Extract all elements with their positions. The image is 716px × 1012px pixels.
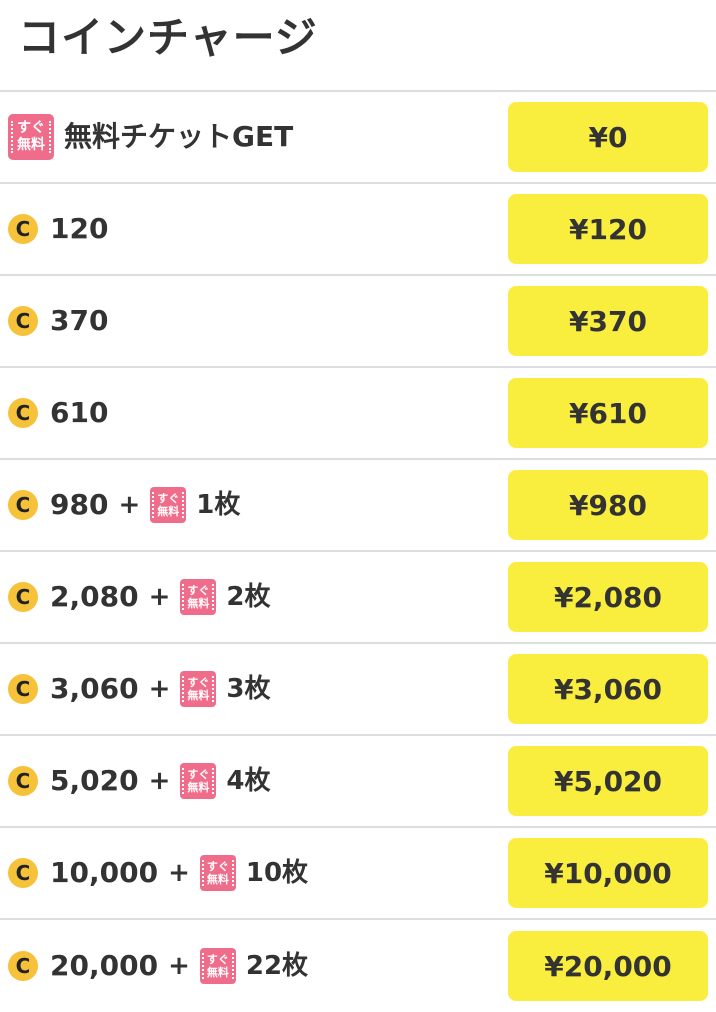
buy-button-2080[interactable]: ¥2,080 [508, 562, 708, 632]
ticket-count: 2枚 [226, 582, 271, 612]
plus-sign: + [118, 490, 141, 520]
package-info: C 2,080 + すぐ 無料 2枚 [8, 552, 270, 642]
coin-amount: 610 [50, 396, 109, 429]
ticket-label-line2: 無料 [187, 781, 210, 794]
coin-letter: C [15, 216, 31, 241]
package-row-2080: C 2,080 + すぐ 無料 2枚 ¥2,080 [0, 552, 716, 644]
coin-charge-page: コインチャージ すぐ 無料 無料チケットGET ¥0 C 120 ¥120 C [0, 0, 716, 1008]
free-ticket-icon: すぐ 無料 [150, 487, 187, 523]
coin-letter: C [15, 676, 31, 701]
coin-amount: 980 [50, 488, 109, 521]
free-ticket-icon: すぐ 無料 [180, 671, 217, 707]
package-info: C 120 [8, 184, 108, 274]
free-ticket-icon: すぐ 無料 [180, 579, 217, 615]
package-row-3060: C 3,060 + すぐ 無料 3枚 ¥3,060 [0, 644, 716, 736]
package-row-5020: C 5,020 + すぐ 無料 4枚 ¥5,020 [0, 736, 716, 828]
buy-button-20000[interactable]: ¥20,000 [508, 931, 708, 1001]
coin-icon: C [8, 858, 38, 888]
ticket-count: 4枚 [226, 766, 271, 796]
buy-button-370[interactable]: ¥370 [508, 286, 708, 356]
package-row-610: C 610 ¥610 [0, 368, 716, 460]
coin-letter: C [15, 953, 31, 978]
plus-sign: + [168, 858, 190, 888]
coin-package-list: すぐ 無料 無料チケットGET ¥0 C 120 ¥120 C 370 ¥370 [0, 92, 716, 1012]
coin-amount: 120 [50, 212, 109, 245]
ticket-count: 22枚 [245, 951, 309, 981]
coin-amount: 2,080 [50, 580, 139, 613]
ticket-label-line1: すぐ [157, 492, 180, 505]
package-info: C 980 + すぐ 無料 1枚 [8, 460, 240, 550]
plus-sign: + [148, 766, 171, 796]
coin-letter: C [15, 584, 31, 609]
coin-icon: C [8, 214, 38, 244]
coin-icon: C [8, 490, 38, 520]
ticket-label-line1: すぐ [206, 953, 229, 966]
ticket-count: 10枚 [245, 858, 309, 888]
coin-letter: C [15, 400, 31, 425]
ticket-label-line2: 無料 [187, 689, 210, 702]
package-row-370: C 370 ¥370 [0, 276, 716, 368]
coin-amount: 20,000 [50, 949, 159, 982]
package-info: C 370 [8, 276, 108, 366]
ticket-label-line1: すぐ [187, 676, 210, 689]
ticket-label-line1: すぐ [17, 120, 45, 136]
plus-sign: + [148, 582, 171, 612]
buy-button-10000[interactable]: ¥10,000 [508, 838, 708, 908]
free-ticket-icon: すぐ 無料 [8, 114, 54, 160]
package-row-120: C 120 ¥120 [0, 184, 716, 276]
plus-sign: + [168, 951, 190, 981]
buy-button-610[interactable]: ¥610 [508, 378, 708, 448]
buy-button-3060[interactable]: ¥3,060 [508, 654, 708, 724]
free-ticket-icon: すぐ 無料 [199, 855, 236, 891]
coin-amount: 10,000 [50, 856, 159, 889]
buy-button-120[interactable]: ¥120 [508, 194, 708, 264]
buy-button-980[interactable]: ¥980 [508, 470, 708, 540]
ticket-label-line2: 無料 [206, 966, 229, 979]
plus-sign: + [148, 674, 171, 704]
coin-amount: 3,060 [50, 672, 139, 705]
free-ticket-label: 無料チケットGET [64, 120, 294, 153]
ticket-label-line2: 無料 [206, 873, 229, 886]
package-info: C 610 [8, 368, 108, 458]
package-row-free: すぐ 無料 無料チケットGET ¥0 [0, 92, 716, 184]
page-title: コインチャージ [18, 13, 318, 62]
coin-icon: C [8, 306, 38, 336]
coin-icon: C [8, 766, 38, 796]
ticket-label-line2: 無料 [17, 137, 45, 153]
ticket-label-line1: すぐ [187, 768, 210, 781]
free-ticket-icon: すぐ 無料 [180, 763, 217, 799]
coin-icon: C [8, 398, 38, 428]
package-info: すぐ 無料 無料チケットGET [8, 92, 293, 182]
buy-button-0[interactable]: ¥0 [508, 102, 708, 172]
package-info: C 20,000 + すぐ 無料 22枚 [8, 920, 308, 1012]
buy-button-5020[interactable]: ¥5,020 [508, 746, 708, 816]
coin-amount: 370 [50, 304, 109, 337]
ticket-label-line2: 無料 [187, 597, 210, 610]
coin-amount: 5,020 [50, 764, 139, 797]
ticket-count: 1枚 [196, 490, 241, 520]
free-ticket-icon: すぐ 無料 [199, 948, 236, 984]
ticket-label-line2: 無料 [157, 505, 180, 518]
coin-letter: C [15, 768, 31, 793]
package-row-20000: C 20,000 + すぐ 無料 22枚 ¥20,000 [0, 920, 716, 1012]
package-info: C 5,020 + すぐ 無料 4枚 [8, 736, 270, 826]
coin-letter: C [15, 860, 31, 885]
package-row-10000: C 10,000 + すぐ 無料 10枚 ¥10,000 [0, 828, 716, 920]
coin-icon: C [8, 674, 38, 704]
ticket-label-line1: すぐ [187, 584, 210, 597]
package-info: C 10,000 + すぐ 無料 10枚 [8, 828, 308, 918]
ticket-count: 3枚 [226, 674, 271, 704]
coin-letter: C [15, 492, 31, 517]
package-info: C 3,060 + すぐ 無料 3枚 [8, 644, 270, 734]
coin-icon: C [8, 951, 38, 981]
package-row-980: C 980 + すぐ 無料 1枚 ¥980 [0, 460, 716, 552]
ticket-label-line1: すぐ [206, 860, 229, 873]
page-header: コインチャージ [0, 0, 716, 92]
coin-icon: C [8, 582, 38, 612]
coin-letter: C [15, 308, 31, 333]
